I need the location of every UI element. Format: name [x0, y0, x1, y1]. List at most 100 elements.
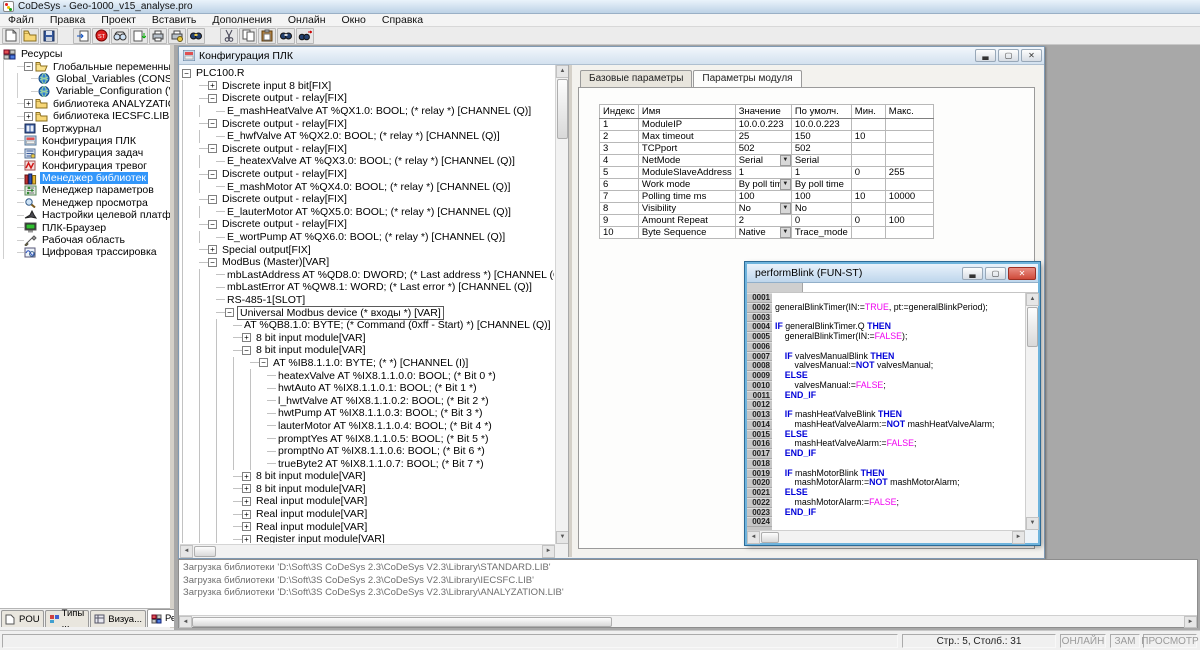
tree-row[interactable]: Рабочая область: [3, 234, 170, 246]
tree-row[interactable]: E_wortPump AT %QX6.0: BOOL; (* relay *) …: [182, 231, 554, 244]
scroll-down-arrow[interactable]: ▼: [1026, 517, 1039, 530]
scroll-right-arrow[interactable]: ►: [1012, 531, 1025, 544]
tree-row[interactable]: +8 bit input module[VAR]: [182, 331, 554, 344]
print-setup-button[interactable]: [168, 28, 186, 44]
collapse-minus-box[interactable]: −: [208, 94, 217, 103]
tree-row[interactable]: −ModBus (Master)[VAR]: [182, 256, 554, 269]
parameter-value-cell[interactable]: No▼: [735, 203, 791, 215]
tree-row[interactable]: +8 bit input module[VAR]: [182, 470, 554, 483]
tree-row[interactable]: promptNo AT %IX8.1.1.0.6: BOOL; (* Bit 6…: [182, 445, 554, 458]
combo-dropdown-icon[interactable]: ▼: [780, 227, 791, 238]
tree-row[interactable]: Конфигурация ПЛК: [3, 135, 170, 147]
menu-окно[interactable]: Окно: [334, 14, 374, 27]
expand-plus-box[interactable]: +: [242, 535, 251, 543]
minimize-button[interactable]: ▃: [975, 49, 996, 62]
download-button[interactable]: [130, 28, 148, 44]
tree-row[interactable]: +Discrete input 8 bit[FIX]: [182, 80, 554, 93]
expand-plus-box[interactable]: +: [242, 484, 251, 493]
minimize-button[interactable]: ▃: [962, 267, 983, 280]
tree-row[interactable]: E_heatexValve AT %QX3.0: BOOL; (* relay …: [182, 155, 554, 168]
collapse-minus-box[interactable]: −: [208, 258, 217, 267]
tree-row[interactable]: hwtAuto AT %IX8.1.1.0.1: BOOL; (* Bit 1 …: [182, 382, 554, 395]
expand-plus-box[interactable]: +: [208, 81, 217, 90]
tree-row[interactable]: heatexValve AT %IX8.1.1.0.0: BOOL; (* Bi…: [182, 369, 554, 382]
tree-row[interactable]: −Universal Modbus device (* входы *) [VA…: [182, 306, 554, 319]
find-button[interactable]: [277, 28, 295, 44]
print-button[interactable]: [149, 28, 167, 44]
tree-row[interactable]: E_lauterMotor AT %QX5.0: BOOL; (* relay …: [182, 206, 554, 219]
organizer-tab-[interactable]: Типы ...: [45, 610, 90, 627]
parameter-value-cell[interactable]: 502: [735, 143, 791, 155]
scroll-right-arrow[interactable]: ►: [1184, 616, 1197, 628]
parameter-value-cell[interactable]: By poll time▼: [735, 179, 791, 191]
tree-row[interactable]: +Real input module[VAR]: [182, 508, 554, 521]
copy-button[interactable]: [239, 28, 257, 44]
tree-row[interactable]: +Special output[FIX]: [182, 243, 554, 256]
tree-row[interactable]: Ресурсы: [3, 48, 170, 60]
tree-row[interactable]: +библиотека IECSFC.LIB 13.4.06 15:51:28:…: [3, 110, 170, 122]
expand-plus-box[interactable]: +: [242, 472, 251, 481]
parameter-value-cell[interactable]: Native▼: [735, 227, 791, 239]
declaration-editor-collapsed[interactable]: [747, 283, 1038, 293]
tree-row[interactable]: +Register input module[VAR]: [182, 533, 554, 543]
tab-module-parameters[interactable]: Параметры модуля: [693, 70, 801, 87]
parameter-value-cell[interactable]: 100: [735, 191, 791, 203]
maximize-button[interactable]: ▢: [985, 267, 1006, 280]
tab-base-parameters[interactable]: Базовые параметры: [580, 70, 692, 87]
tree-row[interactable]: Менеджер просмотра: [3, 197, 170, 209]
tree-row[interactable]: Менеджер параметров: [3, 184, 170, 196]
code-window-titlebar[interactable]: performBlink (FUN-ST) ▃ ▢ ✕: [747, 264, 1038, 283]
scroll-thumb[interactable]: [1027, 307, 1038, 347]
paste-button[interactable]: [258, 28, 276, 44]
expand-plus-box[interactable]: +: [242, 522, 251, 531]
tree-row[interactable]: Бортжурнал: [3, 122, 170, 134]
tree-row[interactable]: −Discrete output - relay[FIX]: [182, 168, 554, 181]
menu-правка[interactable]: Правка: [42, 14, 93, 27]
tree-row[interactable]: +Real input module[VAR]: [182, 495, 554, 508]
expand-plus-box[interactable]: +: [24, 112, 33, 121]
collapse-minus-box[interactable]: −: [208, 144, 217, 153]
login-button[interactable]: [73, 28, 91, 44]
menu-справка[interactable]: Справка: [374, 14, 431, 27]
collapse-minus-box[interactable]: −: [24, 62, 33, 71]
tree-row[interactable]: l_hwtValve AT %IX8.1.1.0.2: BOOL; (* Bit…: [182, 394, 554, 407]
tree-row[interactable]: Менеджер библиотек: [3, 172, 170, 184]
tree-row[interactable]: lauterMotor AT %IX8.1.1.0.4: BOOL; (* Bi…: [182, 420, 554, 433]
scroll-thumb[interactable]: [557, 79, 568, 139]
parameter-value-cell[interactable]: Serial▼: [735, 155, 791, 167]
tree-row[interactable]: promptYes AT %IX8.1.1.0.5: BOOL; (* Bit …: [182, 432, 554, 445]
scroll-left-arrow[interactable]: ◄: [179, 616, 192, 628]
combo-dropdown-icon[interactable]: ▼: [780, 155, 791, 166]
tree-row[interactable]: −AT %IB8.1.1.0: BYTE; (* *) [CHANNEL (I)…: [182, 357, 554, 370]
tree-row[interactable]: Цифровая трассировка: [3, 246, 170, 258]
tree-row[interactable]: Конфигурация тревог: [3, 160, 170, 172]
project-search-button[interactable]: [187, 28, 205, 44]
tree-row[interactable]: mbLastError AT %QW8.1: WORD; (* Last err…: [182, 281, 554, 294]
expand-plus-box[interactable]: +: [208, 245, 217, 254]
collapse-minus-box[interactable]: −: [208, 119, 217, 128]
collapse-minus-box[interactable]: −: [208, 170, 217, 179]
run-watch-button[interactable]: [111, 28, 129, 44]
tree-row[interactable]: +библиотека ANALYZATION.LIB 5.10.99 09:: [3, 98, 170, 110]
expand-plus-box[interactable]: +: [242, 333, 251, 342]
parameter-value-cell[interactable]: 2: [735, 215, 791, 227]
menu-онлайн[interactable]: Онлайн: [280, 14, 334, 27]
organizer-tab-[interactable]: Визуа...: [90, 610, 146, 627]
combo-dropdown-icon[interactable]: ▼: [780, 203, 791, 214]
collapse-minus-box[interactable]: −: [259, 358, 268, 367]
find-next-button[interactable]: [296, 28, 314, 44]
expand-plus-box[interactable]: +: [242, 497, 251, 506]
tree-row[interactable]: AT %QB8.1.0: BYTE; (* Command (0xff - St…: [182, 319, 554, 332]
parameter-value-cell[interactable]: 25: [735, 131, 791, 143]
st-code-editor[interactable]: 0001000200030004000500060007000800090010…: [747, 293, 1025, 530]
tree-row[interactable]: Variable_Configuration (VAR_CONFIG): [3, 85, 170, 97]
collapse-minus-box[interactable]: −: [242, 346, 251, 355]
tree-row[interactable]: E_mashHeatValve AT %QX1.0: BOOL; (* rela…: [182, 105, 554, 118]
parameter-value-cell[interactable]: 1: [735, 167, 791, 179]
tree-row[interactable]: −Discrete output - relay[FIX]: [182, 193, 554, 206]
scroll-left-arrow[interactable]: ◄: [747, 531, 760, 544]
collapse-minus-box[interactable]: −: [225, 308, 234, 317]
tree-row[interactable]: E_mashMotor AT %QX4.0: BOOL; (* relay *)…: [182, 180, 554, 193]
scroll-right-arrow[interactable]: ►: [542, 545, 555, 558]
cut-button[interactable]: [220, 28, 238, 44]
